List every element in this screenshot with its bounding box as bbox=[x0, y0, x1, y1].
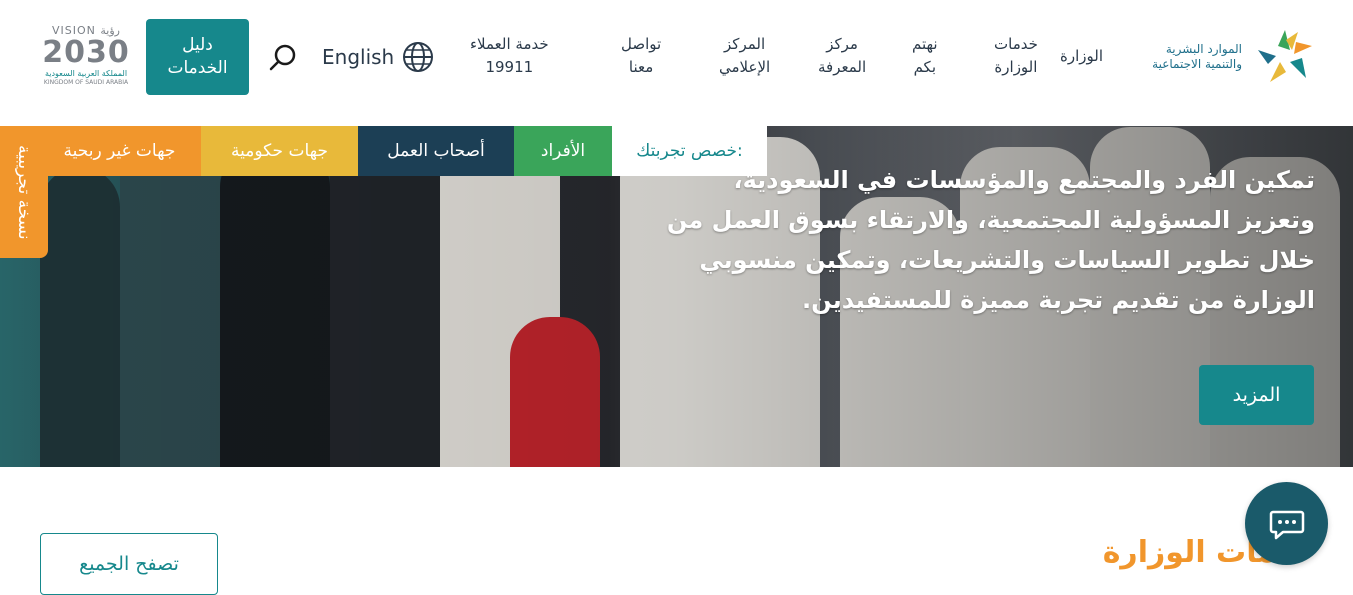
tab-employers-label: أصحاب العمل bbox=[387, 141, 485, 161]
nav-ministry-services[interactable]: خدمات الوزارة bbox=[994, 33, 1038, 79]
nav-label-line1: مركز bbox=[826, 35, 858, 53]
vision-arabic-text: المملكة العربية السعودية bbox=[44, 69, 128, 78]
logo-text-line1: الموارد البشرية bbox=[1165, 42, 1242, 56]
vision-english-text: KINGDOM OF SAUDI ARABIA bbox=[43, 79, 129, 86]
nav-label-line2: الوزارة bbox=[994, 58, 1038, 76]
ministry-logo-mark-icon bbox=[1258, 30, 1312, 82]
hero-mission-text: تمكين الفرد والمجتمع والمؤسسات في السعود… bbox=[666, 166, 1315, 314]
services-guide-button[interactable]: دليل الخدمات bbox=[146, 19, 249, 95]
nav-label-line1: المركز bbox=[724, 35, 766, 53]
beta-version-tag[interactable]: نسخة تجريبية bbox=[0, 126, 48, 258]
nav-label-line1: نهتم bbox=[912, 35, 938, 53]
customer-service-number: 19911 bbox=[485, 58, 534, 76]
tab-non-profit[interactable]: جهات غير ربحية bbox=[38, 126, 201, 176]
site-header: الموارد البشرية والتنمية الاجتماعية الوز… bbox=[0, 0, 1353, 126]
tab-government-label: جهات حكومية bbox=[231, 141, 328, 161]
nav-label-line2: المعرفة bbox=[818, 58, 867, 76]
nav-media-center[interactable]: المركز الإعلامي bbox=[719, 33, 770, 79]
language-switch[interactable]: English bbox=[322, 40, 434, 74]
globe-icon bbox=[403, 42, 434, 72]
logo-text-line2: والتنمية الاجتماعية bbox=[1152, 57, 1242, 71]
services-guide-line2: الخدمات bbox=[167, 58, 228, 78]
nav-customer-service[interactable]: خدمة العملاء 19911 bbox=[470, 33, 549, 79]
vision-2030-logo[interactable]: VISION رؤية 2030 المملكة العربية السعودي… bbox=[38, 24, 134, 90]
chat-icon bbox=[1269, 510, 1304, 539]
nav-ministry[interactable]: الوزارة bbox=[1060, 45, 1103, 68]
ministry-logo-text: الموارد البشرية والتنمية الاجتماعية bbox=[1152, 42, 1242, 72]
vision-year: 2030 bbox=[42, 35, 130, 70]
language-label: English bbox=[322, 45, 395, 69]
tab-individuals-label: الأفراد bbox=[540, 141, 586, 161]
chat-button[interactable] bbox=[1245, 482, 1328, 565]
nav-label-line2: بكم bbox=[913, 58, 937, 76]
tab-government[interactable]: جهات حكومية bbox=[201, 126, 358, 176]
nav-ministry-label: الوزارة bbox=[1060, 47, 1104, 65]
nav-label-line1: خدمة العملاء bbox=[470, 35, 549, 53]
nav-label-line2: الإعلامي bbox=[719, 58, 771, 76]
nav-label-line1: خدمات bbox=[994, 35, 1038, 53]
search-icon bbox=[269, 44, 296, 71]
personalize-label: خصص تجربتك: bbox=[612, 126, 767, 176]
personalize-label-text: خصص تجربتك: bbox=[636, 141, 743, 161]
services-guide-line1: دليل bbox=[182, 35, 213, 55]
nav-knowledge-center[interactable]: مركز المعرفة bbox=[818, 33, 866, 79]
tab-non-profit-label: جهات غير ربحية bbox=[63, 141, 176, 161]
nav-label-line1: تواصل bbox=[621, 35, 662, 53]
tab-employers[interactable]: أصحاب العمل bbox=[358, 126, 514, 176]
ministry-logo[interactable]: الموارد البشرية والتنمية الاجتماعية bbox=[1130, 26, 1320, 88]
personalize-bar: جهات غير ربحية جهات حكومية أصحاب العمل ا… bbox=[38, 126, 767, 176]
nav-label-line2: معنا bbox=[628, 58, 654, 76]
search-button[interactable] bbox=[264, 40, 300, 76]
hero-more-button[interactable]: المزيد bbox=[1199, 365, 1314, 425]
hero-banner: تمكين الفرد والمجتمع والمؤسسات في السعود… bbox=[0, 126, 1353, 467]
tab-individuals[interactable]: الأفراد bbox=[514, 126, 612, 176]
nav-contact-us[interactable]: تواصل معنا bbox=[621, 33, 661, 79]
nav-we-care[interactable]: نهتم بكم bbox=[912, 33, 938, 79]
browse-all-button[interactable]: تصفح الجميع bbox=[40, 533, 218, 595]
beta-version-label: نسخة تجريبية bbox=[14, 144, 34, 240]
